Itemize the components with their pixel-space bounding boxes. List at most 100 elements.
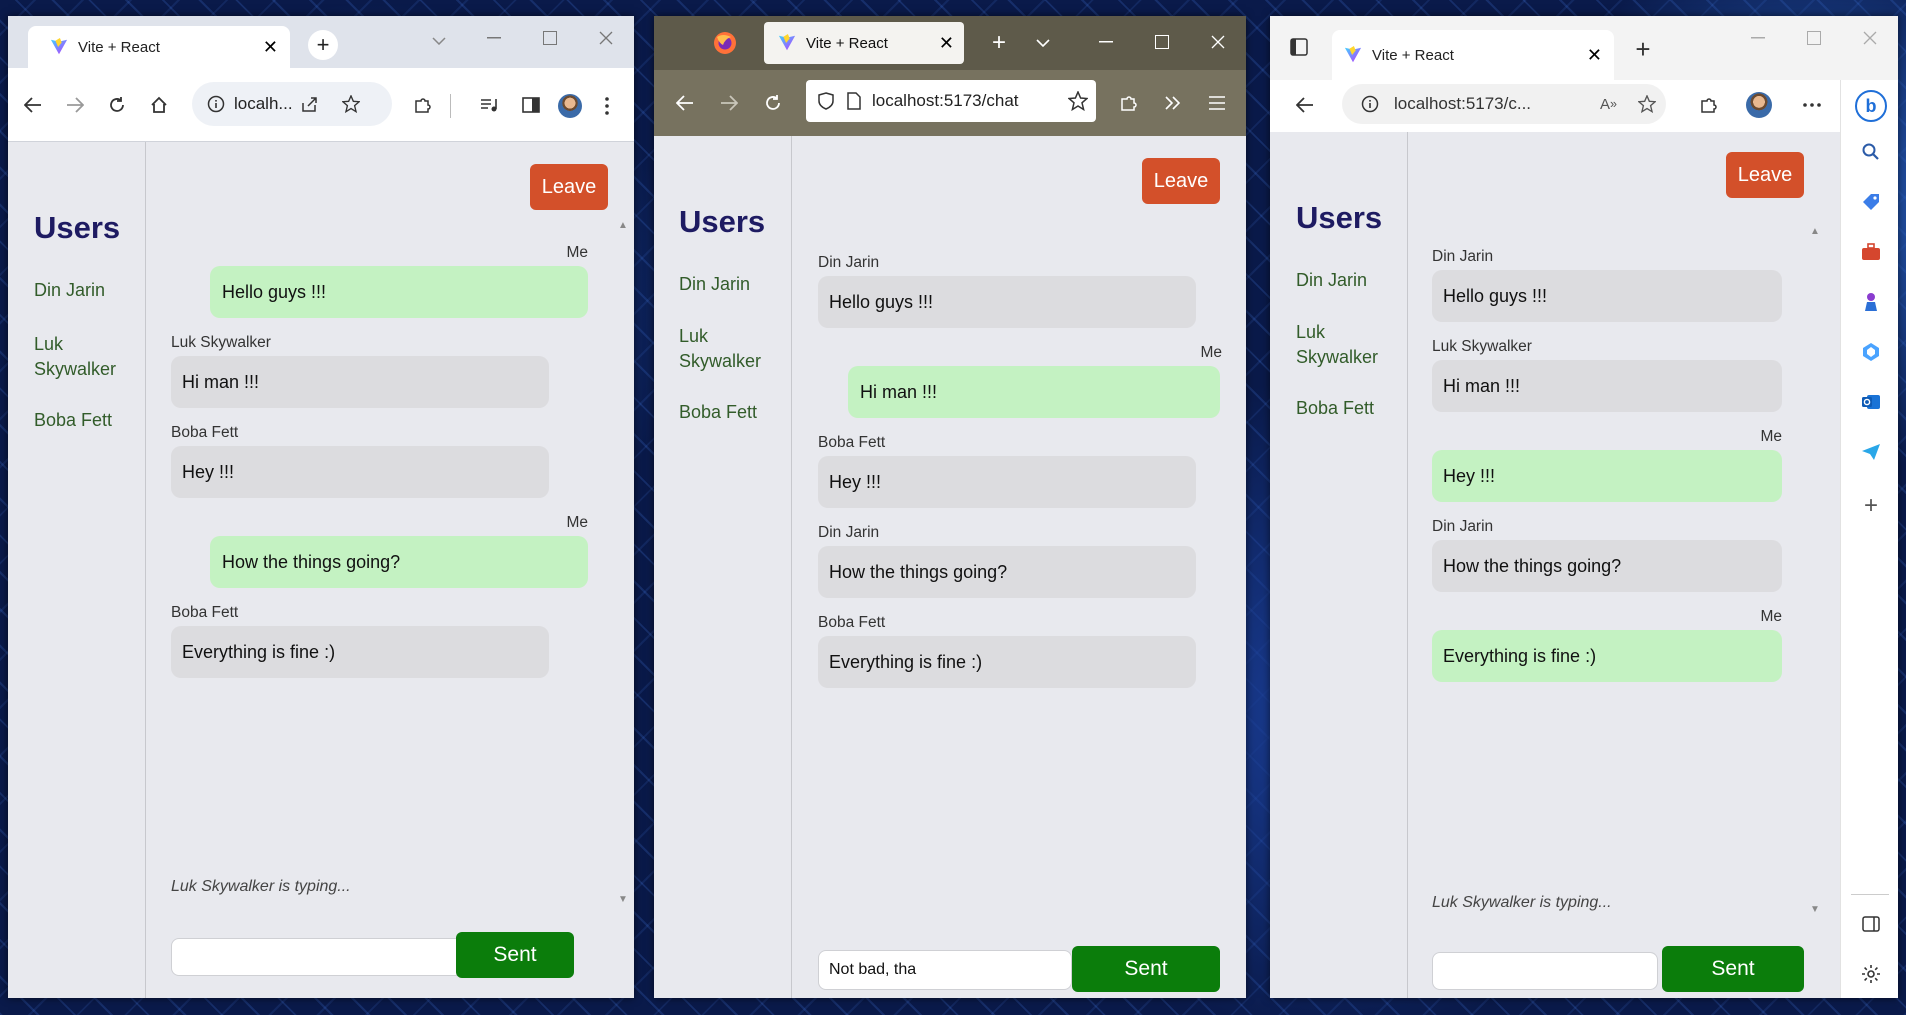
tab-search-icon[interactable] — [424, 26, 454, 56]
firefox-address-bar[interactable]: localhost:5173/chat — [806, 80, 1096, 122]
new-tab-icon[interactable]: + — [984, 28, 1014, 58]
bing-copilot-icon[interactable]: b — [1855, 90, 1887, 122]
forward-arrow-icon[interactable] — [54, 84, 96, 126]
maximize-icon[interactable] — [1786, 16, 1842, 60]
scroll-down-arrow[interactable]: ▼ — [1810, 904, 1820, 915]
user-item-boba-fett[interactable]: Boba Fett — [679, 400, 757, 425]
favorites-star-icon[interactable] — [1638, 95, 1656, 113]
vite-logo-icon — [1344, 46, 1362, 64]
scroll-up-arrow[interactable]: ▲ — [1810, 226, 1820, 237]
site-info-icon[interactable] — [1360, 94, 1380, 114]
message-input[interactable] — [1432, 952, 1658, 990]
games-icon[interactable] — [1859, 290, 1883, 314]
tab-actions-icon[interactable] — [1288, 36, 1310, 58]
add-sidebar-app-icon[interactable]: + — [1859, 492, 1883, 519]
maximize-icon[interactable] — [522, 16, 578, 60]
message-bubble: Hi man !!! — [171, 356, 549, 408]
reload-icon[interactable] — [752, 82, 794, 124]
microsoft-365-icon[interactable] — [1859, 340, 1883, 364]
message-sender: Din Jarin — [1432, 518, 1494, 535]
message-bubble: How the things going? — [818, 546, 1196, 598]
overflow-chevrons-icon[interactable] — [1152, 82, 1194, 124]
minimize-icon[interactable] — [466, 16, 522, 60]
site-info-icon[interactable] — [206, 94, 226, 114]
user-item-luk-skywalker[interactable]: Luk Skywalker — [679, 324, 769, 374]
close-tab-icon[interactable]: ✕ — [263, 37, 278, 58]
user-item-luk-skywalker[interactable]: Luk Skywalker — [1296, 320, 1386, 370]
minimize-icon[interactable] — [1730, 16, 1786, 60]
hamburger-menu-icon[interactable] — [1196, 82, 1238, 124]
firefox-tab-vite-react[interactable]: Vite + React ✕ — [764, 22, 964, 64]
close-tab-icon[interactable]: ✕ — [1587, 45, 1602, 66]
page-info-icon[interactable] — [844, 91, 864, 111]
tools-icon[interactable] — [1859, 240, 1883, 264]
chrome-titlebar: Vite + React ✕ + — [8, 16, 634, 68]
hide-sidebar-icon[interactable] — [1859, 912, 1883, 936]
user-item-boba-fett[interactable]: Boba Fett — [34, 408, 112, 433]
list-tabs-icon[interactable] — [1028, 28, 1058, 58]
typing-indicator: Luk Skywalker is typing... — [171, 878, 351, 895]
user-item-din-jarin[interactable]: Din Jarin — [1296, 268, 1367, 293]
message-sender: Din Jarin — [818, 524, 880, 541]
media-control-icon[interactable] — [468, 84, 510, 126]
home-icon[interactable] — [138, 84, 180, 126]
avatar[interactable] — [1746, 92, 1772, 118]
new-tab-icon[interactable]: + — [308, 30, 338, 60]
send-paper-plane-icon[interactable] — [1859, 440, 1883, 464]
extensions-icon[interactable] — [1688, 84, 1730, 126]
extensions-icon[interactable] — [1108, 82, 1150, 124]
firefox-titlebar: Vite + React ✕ + — [654, 16, 1246, 70]
edge-window: Vite + React ✕ + localhost:5173/c... A» … — [1270, 16, 1898, 998]
edge-address-bar[interactable]: localhost:5173/c... A» — [1342, 84, 1666, 124]
close-window-icon[interactable] — [1190, 20, 1246, 64]
edge-tab-vite-react[interactable]: Vite + React ✕ — [1332, 30, 1614, 80]
edge-window-controls — [1730, 16, 1898, 60]
chrome-tab-vite-react[interactable]: Vite + React ✕ — [28, 26, 290, 68]
close-tab-icon[interactable]: ✕ — [939, 33, 954, 54]
outlook-icon[interactable] — [1859, 390, 1883, 414]
new-tab-icon[interactable]: + — [1628, 34, 1658, 64]
extensions-icon[interactable] — [402, 84, 444, 126]
send-button[interactable]: Sent — [1662, 946, 1804, 992]
leave-button[interactable]: Leave — [1142, 158, 1220, 204]
user-item-boba-fett[interactable]: Boba Fett — [1296, 396, 1374, 421]
bookmark-star-icon[interactable] — [1068, 91, 1088, 111]
share-icon[interactable] — [300, 95, 318, 113]
user-item-din-jarin[interactable]: Din Jarin — [34, 278, 105, 303]
chrome-address-bar[interactable]: localh... — [192, 82, 392, 126]
back-arrow-icon[interactable] — [12, 84, 54, 126]
close-window-icon[interactable] — [1842, 16, 1898, 60]
close-window-icon[interactable] — [578, 16, 634, 60]
forward-arrow-icon[interactable] — [708, 82, 750, 124]
users-sidebar: Users Din Jarin Luk Skywalker Boba Fett — [8, 142, 146, 998]
shopping-tag-icon[interactable] — [1859, 190, 1883, 214]
back-arrow-icon[interactable] — [664, 82, 706, 124]
scroll-up-arrow[interactable]: ▲ — [618, 220, 628, 231]
avatar[interactable] — [558, 94, 582, 118]
tracking-shield-icon[interactable] — [816, 91, 836, 111]
firefox-logo-icon[interactable] — [712, 30, 738, 56]
url-text: localhost:5173/c... — [1394, 94, 1532, 113]
read-aloud-icon[interactable]: A» — [1600, 96, 1617, 113]
minimize-icon[interactable] — [1078, 20, 1134, 64]
message-sender: Boba Fett — [171, 604, 239, 621]
bookmark-star-icon[interactable] — [342, 95, 360, 113]
scroll-down-arrow[interactable]: ▼ — [618, 894, 628, 905]
leave-button[interactable]: Leave — [1726, 152, 1804, 198]
more-options-icon[interactable] — [1800, 100, 1824, 110]
leave-button[interactable]: Leave — [530, 164, 608, 210]
send-button[interactable]: Sent — [456, 932, 574, 978]
toolbar-divider — [450, 94, 451, 118]
back-arrow-icon[interactable] — [1284, 84, 1326, 126]
gear-icon[interactable] — [1859, 962, 1883, 986]
message-input[interactable] — [171, 938, 463, 976]
chrome-menu-icon[interactable] — [602, 96, 612, 116]
side-panel-icon[interactable] — [510, 84, 552, 126]
send-button[interactable]: Sent — [1072, 946, 1220, 992]
user-item-din-jarin[interactable]: Din Jarin — [679, 272, 750, 297]
search-icon[interactable] — [1859, 140, 1883, 164]
maximize-icon[interactable] — [1134, 20, 1190, 64]
message-input[interactable]: Not bad, tha — [818, 950, 1072, 990]
user-item-luk-skywalker[interactable]: Luk Skywalker — [34, 332, 124, 382]
reload-icon[interactable] — [96, 84, 138, 126]
